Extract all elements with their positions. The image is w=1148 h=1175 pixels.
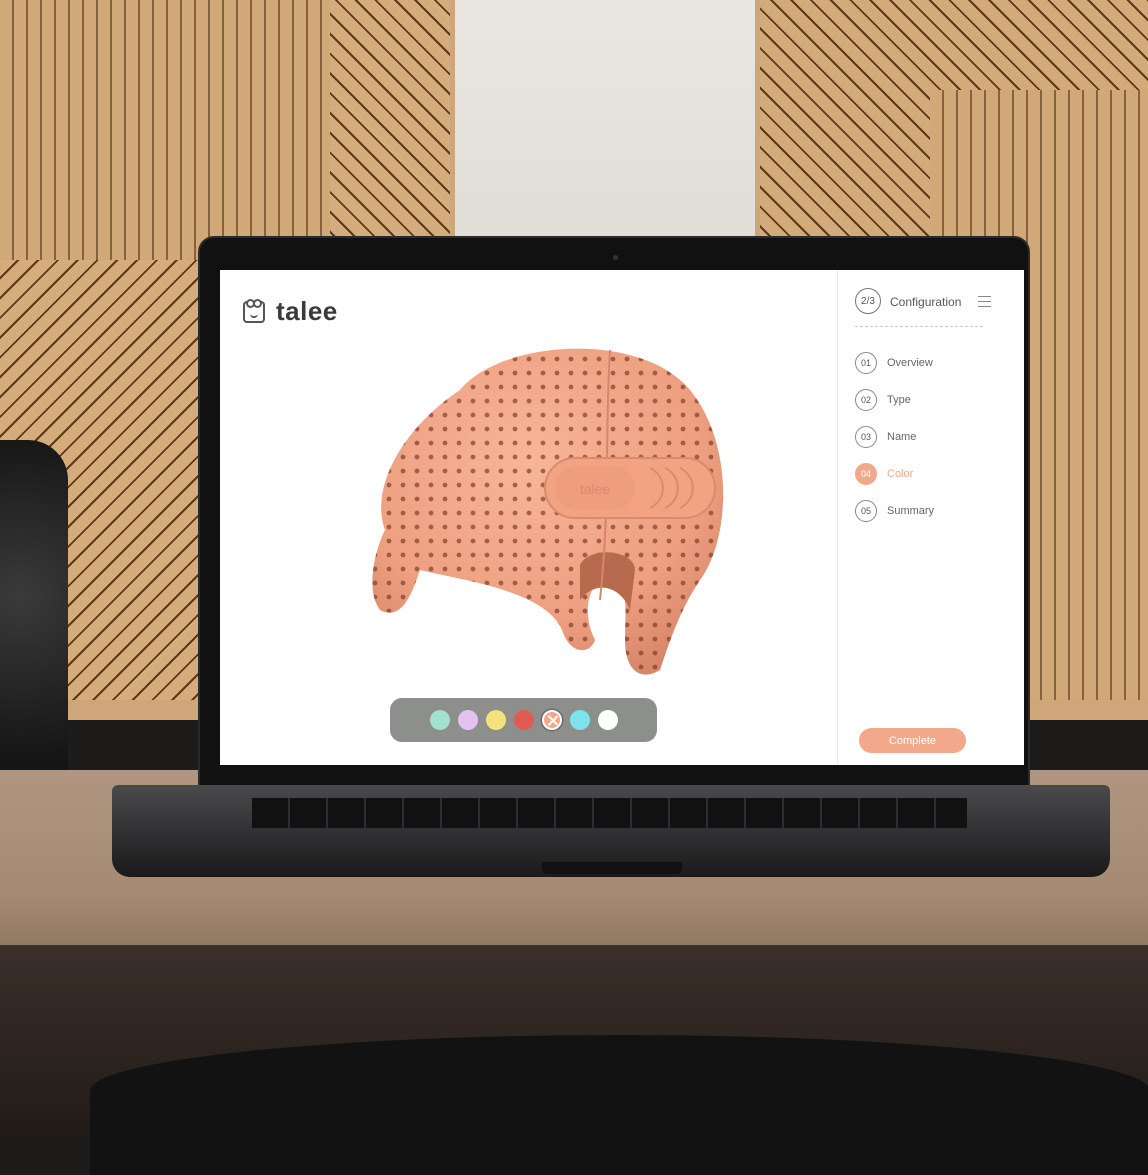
step-name[interactable]: 03 Name	[855, 424, 934, 450]
configuration-sidebar: 2/3 Configuration 01 Overview 02 Type 03…	[837, 270, 1024, 765]
step-label: Overview	[887, 357, 933, 369]
laptop-notch	[542, 862, 682, 874]
bear-icon	[243, 298, 265, 323]
helmet-render[interactable]: talee	[340, 310, 740, 710]
step-summary[interactable]: 05 Summary	[855, 498, 934, 524]
sidebar-title: Configuration	[890, 295, 962, 309]
step-label: Color	[887, 468, 914, 480]
step-number: 05	[855, 500, 877, 522]
complete-button[interactable]: Complete	[859, 728, 966, 753]
step-number: 02	[855, 389, 877, 411]
color-picker	[390, 698, 657, 742]
step-color[interactable]: 04 Color	[855, 461, 934, 487]
chair-back	[90, 1035, 1148, 1175]
color-swatch-peach[interactable]	[541, 710, 562, 730]
step-type[interactable]: 02 Type	[855, 387, 934, 413]
step-number: 01	[855, 352, 877, 374]
step-label: Type	[887, 394, 911, 406]
step-label: Name	[887, 431, 917, 443]
logo-text: talee	[276, 296, 338, 326]
progress-indicator: 2/3	[855, 288, 881, 314]
step-number: 03	[855, 426, 877, 448]
step-overview[interactable]: 01 Overview	[855, 350, 934, 376]
step-list: 01 Overview 02 Type 03 Name 04 Color 05 …	[855, 350, 934, 535]
step-label: Summary	[887, 505, 935, 517]
helmet-brand-label: talee	[580, 481, 611, 497]
color-swatch-cyan[interactable]	[569, 710, 590, 730]
menu-icon[interactable]	[978, 296, 991, 307]
app-screen: talee talee 2/3 Configuration 01 Overvie…	[220, 270, 1024, 765]
step-number: 04	[855, 463, 877, 485]
camera-icon	[613, 255, 618, 260]
divider	[855, 326, 983, 327]
app-logo[interactable]: talee	[243, 296, 338, 327]
color-swatch-white[interactable]	[597, 710, 618, 730]
color-swatch-yellow[interactable]	[485, 710, 506, 730]
wood-panel-diagonal	[330, 0, 450, 250]
keyboard	[252, 798, 967, 828]
color-swatch-lavender[interactable]	[457, 710, 478, 730]
color-swatch-red[interactable]	[513, 710, 534, 730]
color-swatch-mint[interactable]	[429, 710, 450, 730]
